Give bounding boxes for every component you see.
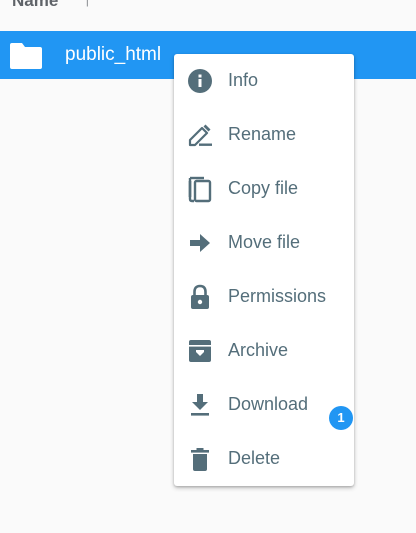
move-arrow-icon (190, 234, 210, 252)
menu-item-archive[interactable]: Archive (174, 324, 354, 378)
menu-item-label: Copy file (228, 178, 299, 198)
file-list-header: Name ↑ (0, 0, 416, 30)
menu-item-info[interactable]: Info (174, 54, 354, 108)
file-name: public_html (65, 44, 162, 65)
menu-item-copy-file[interactable]: Copy file (174, 162, 354, 216)
menu-item-delete[interactable]: Delete (174, 432, 354, 486)
name-column-header[interactable]: Name (12, 0, 58, 11)
menu-item-move-file[interactable]: Move file (174, 216, 354, 270)
menu-item-rename[interactable]: Rename (174, 108, 354, 162)
menu-item-permissions[interactable]: Permissions (174, 270, 354, 324)
lock-icon (191, 284, 209, 309)
menu-item-label: Move file (228, 232, 301, 252)
archive-icon (189, 340, 211, 362)
menu-item-label: Archive (228, 340, 289, 360)
menu-item-label: Rename (228, 124, 297, 144)
notification-badge: 1 (329, 406, 353, 430)
menu-item-label: Info (228, 70, 259, 90)
trash-icon (191, 448, 209, 471)
rename-icon (188, 124, 212, 147)
info-icon (188, 69, 212, 93)
copy-icon (188, 176, 212, 203)
menu-item-label: Permissions (228, 286, 327, 306)
context-menu: Info Rename Copy file Move file Permissi… (174, 54, 354, 486)
folder-icon (10, 43, 42, 69)
menu-item-label: Delete (228, 448, 281, 468)
sort-indicator[interactable]: ↑ (83, 0, 92, 11)
menu-item-label: Download (228, 394, 309, 414)
menu-item-download[interactable]: Download (174, 378, 354, 432)
download-icon (191, 394, 209, 416)
